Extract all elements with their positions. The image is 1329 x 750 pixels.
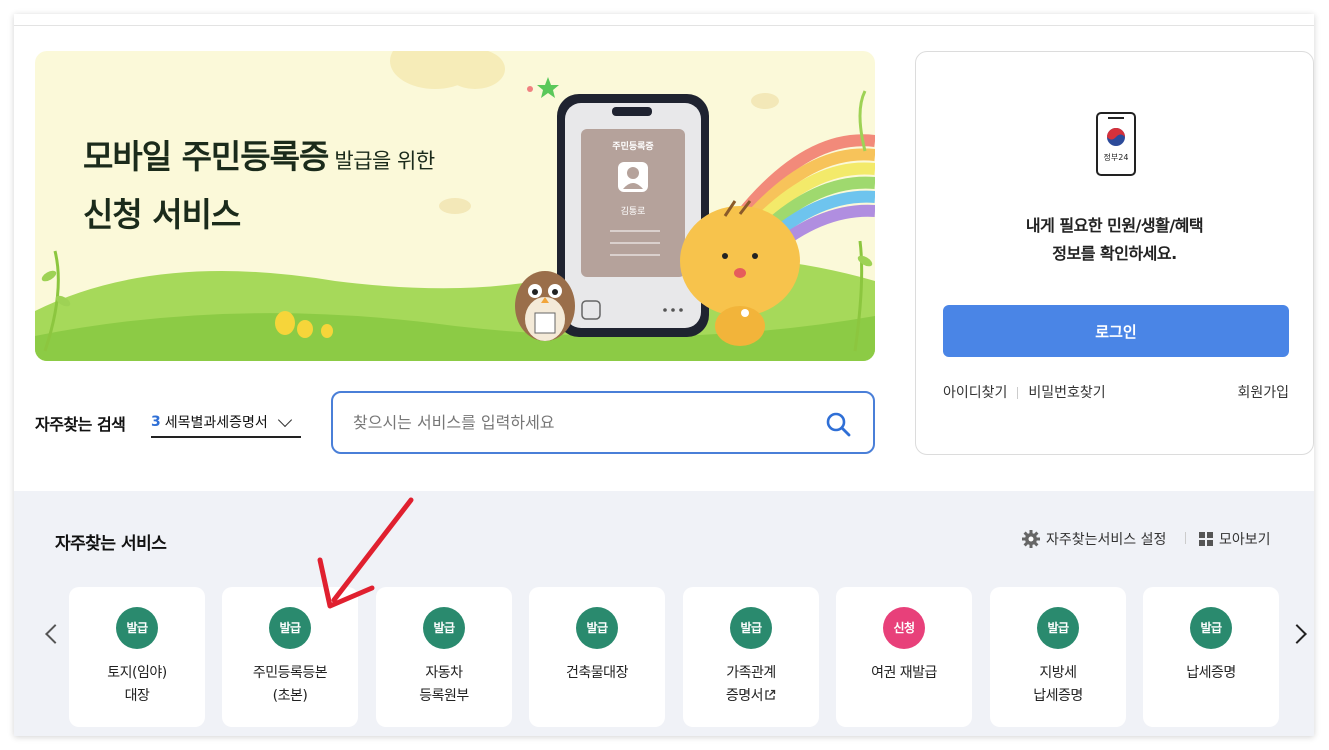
service-card-label: 자동차 등록원부	[419, 665, 469, 704]
gear-icon	[1022, 530, 1040, 548]
grid-icon	[1199, 532, 1213, 546]
frequent-services-settings-link[interactable]: 자주찾는서비스 설정	[1022, 529, 1166, 549]
service-card-label: 지방세 납세증명	[1033, 665, 1083, 704]
service-card-family-certificate[interactable]: 발급 가족관계 증명서	[683, 587, 819, 727]
login-links: 아이디찾기 비밀번호찾기 회원가입	[943, 382, 1289, 402]
service-card-passport-reissue[interactable]: 신청 여권 재발급	[836, 587, 972, 727]
gov24-app-icon: 정부24	[1096, 112, 1136, 176]
signup-link[interactable]: 회원가입	[1237, 382, 1289, 402]
frequent-search-dropdown[interactable]: 3 세목별과세증명서	[151, 408, 301, 438]
frequent-services-section: 자주찾는 서비스 자주찾는서비스 설정 모아보기 발급 토지(임야) 대장 발급…	[14, 491, 1314, 736]
service-card-label: 토지(임야) 대장	[107, 665, 167, 704]
banner-title-main: 모바일 주민등록증	[83, 137, 329, 176]
login-panel: 정부24 내게 필요한 민원/생활/혜택 정보를 확인하세요. 로그인 아이디찾…	[915, 51, 1314, 455]
login-message-line2: 정보를 확인하세요.	[1052, 244, 1177, 263]
page-frame: 주민등록증 김통로 모바일 주민등록증 발급을 위한 신청 서비스 자주찾는 검…	[14, 14, 1314, 736]
service-card-tax-certificate[interactable]: 발급 납세증명	[1143, 587, 1279, 727]
issue-badge: 발급	[269, 607, 311, 649]
service-card-local-tax-certificate[interactable]: 발급 지방세 납세증명	[990, 587, 1126, 727]
apply-badge: 신청	[883, 607, 925, 649]
carousel-next-icon[interactable]	[1287, 624, 1307, 644]
search-icon[interactable]	[825, 411, 851, 437]
frequent-search-label: 자주찾는 검색	[35, 415, 126, 434]
promo-banner[interactable]: 주민등록증 김통로 모바일 주민등록증 발급을 위한 신청 서비스	[35, 51, 875, 361]
service-card-label: 납세증명	[1186, 665, 1236, 681]
service-card-label: 건축물대장	[566, 665, 628, 681]
service-search-box	[331, 391, 875, 454]
service-card-label: 여권 재발급	[871, 665, 937, 681]
login-message-line1: 내게 필요한 민원/생활/혜택	[1025, 216, 1204, 235]
phone-card-title: 주민등록증	[612, 140, 653, 152]
issue-badge: 발급	[423, 607, 465, 649]
banner-title-sub: 발급을 위한	[334, 149, 435, 173]
issue-badge: 발급	[576, 607, 618, 649]
service-search-input[interactable]	[333, 413, 793, 432]
service-card-label: 주민등록등본 (초본)	[252, 665, 328, 704]
chevron-down-icon	[277, 412, 292, 427]
view-all-link[interactable]: 모아보기	[1199, 529, 1271, 549]
service-card-label: 가족관계 증명서	[683, 662, 819, 708]
external-link-icon	[765, 689, 776, 700]
find-password-link[interactable]: 비밀번호찾기	[1028, 385, 1105, 401]
services-link-divider	[1185, 532, 1186, 544]
service-card-vehicle-register[interactable]: 발급 자동차 등록원부	[376, 587, 512, 727]
banner-title: 모바일 주민등록증 발급을 위한 신청 서비스	[83, 131, 435, 241]
service-card-land-register[interactable]: 발급 토지(임야) 대장	[69, 587, 205, 727]
service-card-building-register[interactable]: 발급 건축물대장	[529, 587, 665, 727]
issue-badge: 발급	[1190, 607, 1232, 649]
phone-card-name: 김통로	[621, 205, 646, 217]
find-id-link[interactable]: 아이디찾기	[943, 385, 1007, 401]
link-divider	[1017, 387, 1019, 399]
frequent-search-term: 세목별과세증명서	[164, 415, 268, 431]
issue-badge: 발급	[116, 607, 158, 649]
issue-badge: 발급	[1037, 607, 1079, 649]
settings-label: 자주찾는서비스 설정	[1046, 532, 1167, 548]
header-divider	[14, 25, 1314, 26]
view-all-label: 모아보기	[1219, 532, 1271, 548]
frequent-services-title: 자주찾는 서비스	[55, 534, 167, 554]
carousel-prev-icon[interactable]	[45, 624, 65, 644]
login-button[interactable]: 로그인	[943, 305, 1289, 357]
issue-badge: 발급	[730, 607, 772, 649]
gov24-logo-text: 정부24	[1104, 152, 1129, 162]
frequent-search-rank: 3	[151, 414, 161, 430]
banner-title-line2: 신청 서비스	[83, 195, 241, 234]
service-card-resident-registration[interactable]: 발급 주민등록등본 (초본)	[222, 587, 358, 727]
